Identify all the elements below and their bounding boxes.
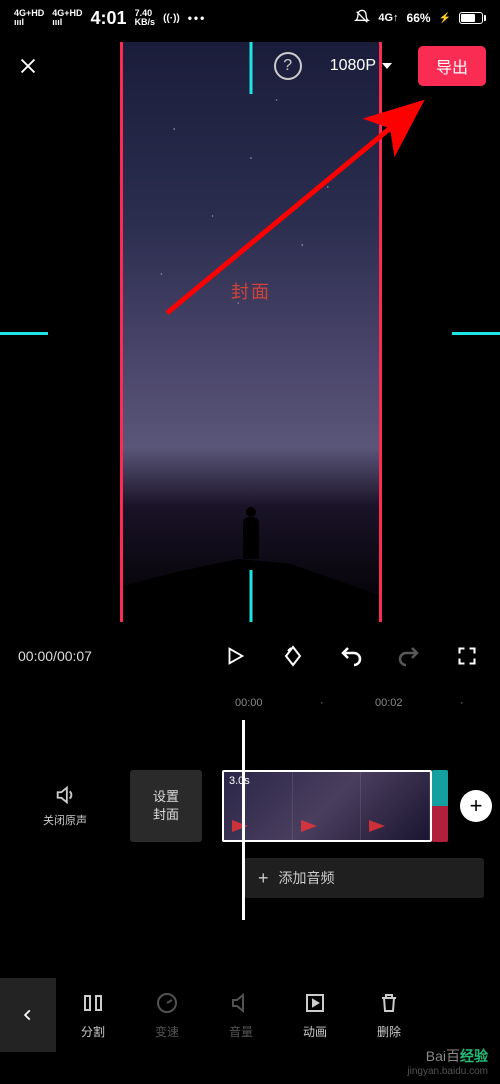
resolution-select[interactable]: 1080P	[330, 57, 392, 75]
plus-icon: +	[258, 868, 269, 889]
clip-tail	[432, 770, 448, 842]
set-cover-button[interactable]: 设置 封面	[130, 770, 202, 842]
add-audio-label: 添加音频	[279, 868, 335, 888]
preview-frame: 封面	[120, 42, 382, 622]
guide-right	[452, 332, 500, 335]
video-clip[interactable]: 3.0s	[222, 770, 432, 842]
timeline[interactable]: 关闭原声 设置 封面 3.0s + + 添加音频	[0, 720, 500, 920]
split-icon	[80, 990, 106, 1016]
chevron-down-icon	[382, 63, 392, 69]
preview-silhouette	[238, 507, 264, 562]
mute-button[interactable]: 关闭原声	[0, 784, 130, 828]
watermark: Bai百经验 jingyan.baidu.com	[407, 1047, 488, 1078]
speaker-icon	[54, 784, 76, 806]
network-speed: 7.40 KB/s	[135, 9, 156, 27]
export-button[interactable]: 导出	[418, 46, 486, 86]
playhead[interactable]	[242, 720, 245, 920]
tool-speed[interactable]: 变速	[130, 990, 204, 1040]
ruler-tick-0: 00:00	[235, 697, 263, 709]
network-mode: 4G↑	[378, 12, 398, 24]
signal-2: 4G+HD ıııl	[52, 9, 82, 27]
overlay-text: 封面	[231, 278, 271, 304]
header-bar: ? 1080P 导出	[0, 36, 500, 96]
charging-icon: ⚡	[439, 13, 451, 24]
guide-bottom	[250, 570, 253, 622]
ruler-dot: ·	[460, 697, 464, 709]
ruler-tick-1: 00:02	[375, 697, 403, 709]
time-display: 00:00/00:07	[18, 648, 192, 664]
tool-split[interactable]: 分割	[56, 990, 130, 1040]
battery-icon	[459, 12, 486, 24]
ruler-dot: ·	[320, 697, 324, 709]
delete-icon	[376, 990, 402, 1016]
battery-pct: 66%	[407, 11, 431, 25]
toolbar-back-button[interactable]	[0, 978, 56, 1052]
undo-button[interactable]	[336, 641, 366, 671]
video-track: 关闭原声 设置 封面 3.0s +	[0, 770, 500, 842]
dnd-icon	[354, 9, 370, 28]
preview-area[interactable]: 封面	[0, 42, 500, 622]
more-icon: •••	[188, 11, 207, 25]
keyframe-button[interactable]	[278, 641, 308, 671]
playback-bar: 00:00/00:07	[0, 630, 500, 682]
tool-smart[interactable]: 智能	[426, 990, 500, 1040]
play-button[interactable]	[220, 641, 250, 671]
volume-icon	[228, 990, 254, 1016]
add-audio-button[interactable]: + 添加音频	[244, 858, 484, 898]
mute-label: 关闭原声	[43, 812, 87, 828]
tool-list: 分割 变速 音量 动画 删除 智能	[56, 990, 500, 1040]
bottom-toolbar: 分割 变速 音量 动画 删除 智能	[0, 978, 500, 1052]
timeline-ruler[interactable]: 00:00 · 00:02 ·	[0, 690, 500, 716]
speed-icon	[154, 990, 180, 1016]
hotspot-icon: ((·))	[163, 13, 180, 24]
animation-icon	[302, 990, 328, 1016]
help-button[interactable]: ?	[274, 52, 302, 80]
redo-button[interactable]	[394, 641, 424, 671]
tool-delete[interactable]: 删除	[352, 990, 426, 1040]
clip-duration: 3.0s	[229, 775, 250, 787]
tool-volume[interactable]: 音量	[204, 990, 278, 1040]
close-button[interactable]	[14, 52, 42, 80]
guide-left	[0, 332, 48, 335]
signal-1: 4G+HD ıııl	[14, 9, 44, 27]
tool-animation[interactable]: 动画	[278, 990, 352, 1040]
clock: 4:01	[91, 8, 127, 29]
status-bar: 4G+HD ıııl 4G+HD ıııl 4:01 7.40 KB/s ((·…	[0, 0, 500, 36]
resolution-label: 1080P	[330, 57, 376, 75]
add-clip-button[interactable]: +	[460, 790, 492, 822]
fullscreen-button[interactable]	[452, 641, 482, 671]
